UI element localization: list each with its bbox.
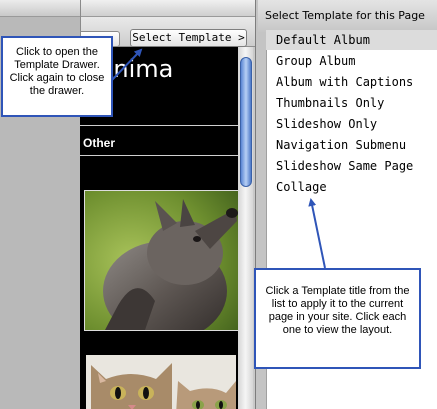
template-item-album-with-captions[interactable]: Album with Captions [276,72,413,92]
template-item-thumbnails-only[interactable]: Thumbnails Only [276,93,384,113]
drawer-header-title: Select Template for this Page [265,9,425,22]
screenshot-stage: Select Template > Other Anima Select Tem… [0,0,437,409]
callout-apply-template: Click a Template title from the list to … [254,268,421,369]
preview-divider [80,125,238,126]
kittens-image [86,355,236,409]
template-item-default-album[interactable]: Default Album [266,30,437,50]
scrollbar-thumb[interactable] [240,57,252,187]
category-label: Other [83,136,116,150]
template-item-slideshow-only[interactable]: Slideshow Only [276,114,377,134]
window-titlebar [81,0,256,17]
preview-divider [80,155,238,156]
callout-drawer-toggle: Click to open the Template Drawer. Click… [1,36,113,117]
template-item-slideshow-same-page[interactable]: Slideshow Same Page [276,156,413,176]
background-titlebar [0,0,80,17]
template-item-collage[interactable]: Collage [276,177,327,197]
kittens-photo [86,355,236,409]
template-item-group-album[interactable]: Group Album [276,51,355,71]
wolf-pup-image [85,191,238,330]
wolf-pup-photo [84,190,238,331]
template-item-navigation-submenu[interactable]: Navigation Submenu [276,135,406,155]
select-template-button[interactable]: Select Template > [130,29,247,47]
